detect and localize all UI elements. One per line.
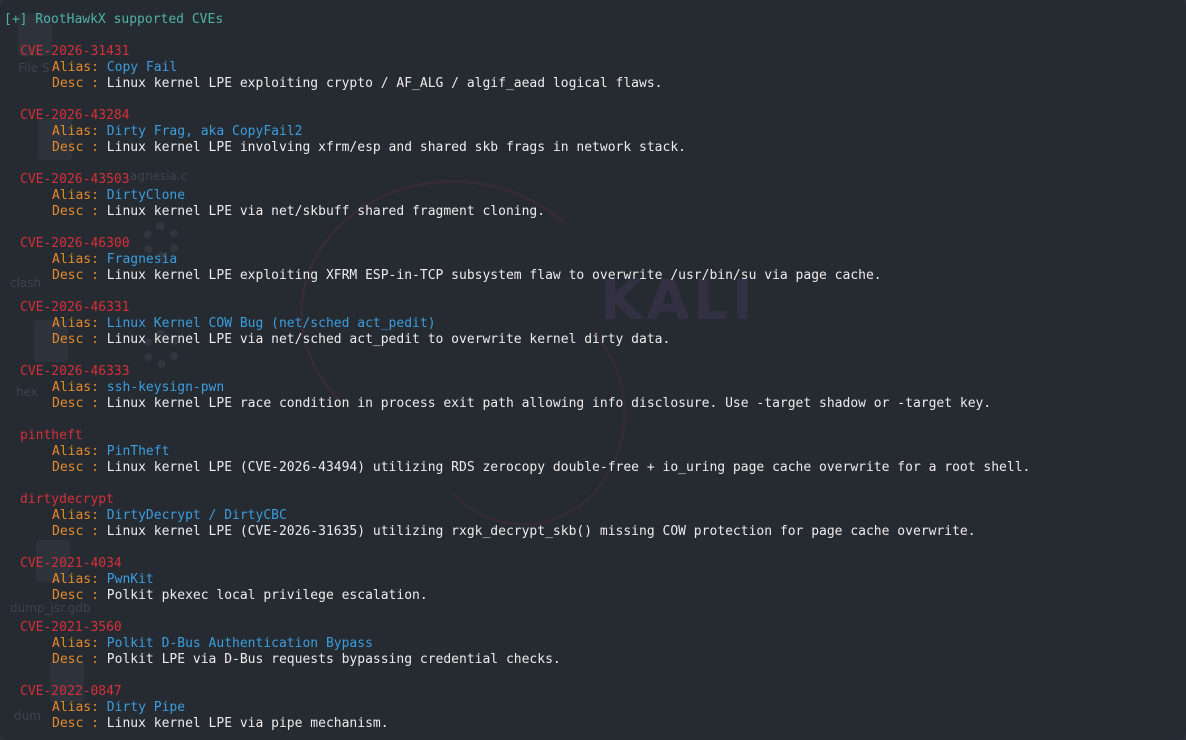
cve-entry: CVE-2026-46300 Alias: Fragnesia Desc : L… (4, 236, 1182, 284)
cve-entry: CVE-2026-31431 Alias: Copy Fail Desc : L… (4, 44, 1182, 92)
desc-line: Desc : Linux kernel LPE involving xfrm/e… (4, 140, 1182, 156)
desc-line: Desc : Polkit LPE via D-Bus requests byp… (4, 652, 1182, 668)
desc-value: Polkit pkexec local privilege escalation… (106, 588, 428, 603)
desc-line: Desc : Linux kernel LPE via net/skbuff s… (4, 204, 1182, 220)
cve-id: CVE-2021-3560 (20, 620, 122, 635)
alias-line: Alias: ssh-keysign-pwn (4, 380, 1182, 396)
desc-line: Desc : Linux kernel LPE (CVE-2026-43494)… (4, 460, 1182, 476)
desc-value: Linux kernel LPE involving xfrm/esp and … (106, 140, 686, 155)
desc-key: Desc : (52, 588, 107, 603)
cve-list: CVE-2026-31431 Alias: Copy Fail Desc : L… (4, 44, 1182, 732)
desc-value: Linux kernel LPE exploiting XFRM ESP-in-… (106, 268, 882, 283)
desc-key: Desc : (52, 716, 107, 731)
desc-key: Desc : (52, 332, 107, 347)
alias-line: Alias: Copy Fail (4, 60, 1182, 76)
alias-line: Alias: DirtyDecrypt / DirtyCBC (4, 508, 1182, 524)
desc-line: Desc : Linux kernel LPE race condition i… (4, 396, 1182, 412)
desc-line: Desc : Linux kernel LPE via pipe mechani… (4, 716, 1182, 732)
alias-line: Alias: Dirty Frag, aka CopyFail2 (4, 124, 1182, 140)
cve-id: CVE-2022-0847 (20, 684, 122, 699)
desc-value: Linux kernel LPE (CVE-2026-43494) utiliz… (106, 460, 1031, 475)
alias-line: Alias: PinTheft (4, 444, 1182, 460)
cve-id: CVE-2026-46300 (20, 236, 130, 251)
cve-entry: CVE-2026-43503 Alias: DirtyClone Desc : … (4, 172, 1182, 220)
cve-entry: CVE-2022-0847 Alias: Dirty Pipe Desc : L… (4, 684, 1182, 732)
alias-key: Alias: (52, 316, 107, 331)
desc-key: Desc : (52, 268, 107, 283)
cve-id: CVE-2026-43503 (20, 172, 130, 187)
desc-value: Linux kernel LPE via net/sched act_pedit… (106, 332, 671, 347)
desc-line: Desc : Polkit pkexec local privilege esc… (4, 588, 1182, 604)
terminal-window[interactable]: File S agnesia.c clash hex dump_jsr.gdb … (0, 0, 1186, 740)
desc-key: Desc : (52, 460, 107, 475)
cve-id: CVE-2026-43284 (20, 108, 130, 123)
desc-key: Desc : (52, 652, 107, 667)
cve-id: pintheft (20, 428, 83, 443)
alias-value: PinTheft (106, 444, 170, 459)
alias-key: Alias: (52, 124, 107, 139)
alias-key: Alias: (52, 60, 107, 75)
alias-key: Alias: (52, 252, 107, 267)
alias-value: DirtyClone (106, 188, 186, 203)
desc-line: Desc : Linux kernel LPE via net/sched ac… (4, 332, 1182, 348)
cve-entry: dirtydecrypt Alias: DirtyDecrypt / Dirty… (4, 492, 1182, 540)
cve-entry: CVE-2021-4034 Alias: PwnKit Desc : Polki… (4, 556, 1182, 604)
alias-line: Alias: Polkit D-Bus Authentication Bypas… (4, 636, 1182, 652)
alias-key: Alias: (52, 636, 107, 651)
alias-key: Alias: (52, 380, 107, 395)
alias-key: Alias: (52, 572, 107, 587)
cve-id: CVE-2026-31431 (20, 44, 130, 59)
desc-line: Desc : Linux kernel LPE exploiting crypt… (4, 76, 1182, 92)
cve-id: dirtydecrypt (20, 492, 114, 507)
alias-value: PwnKit (106, 572, 154, 587)
alias-key: Alias: (52, 508, 107, 523)
desc-value: Linux kernel LPE race condition in proce… (106, 396, 992, 411)
cve-entry: CVE-2026-46333 Alias: ssh-keysign-pwn De… (4, 364, 1182, 412)
alias-value: Dirty Frag, aka CopyFail2 (106, 124, 303, 139)
desc-line: Desc : Linux kernel LPE (CVE-2026-31635)… (4, 524, 1182, 540)
cve-id: CVE-2026-46333 (20, 364, 130, 379)
alias-line: Alias: DirtyClone (4, 188, 1182, 204)
terminal-output: [+] RootHawkX supported CVEs CVE-2026-31… (4, 12, 1182, 732)
desc-key: Desc : (52, 396, 107, 411)
alias-value: Copy Fail (106, 60, 178, 75)
alias-value: DirtyDecrypt / DirtyCBC (106, 508, 287, 523)
alias-value: ssh-keysign-pwn (106, 380, 225, 395)
cve-entry: pintheft Alias: PinTheft Desc : Linux ke… (4, 428, 1182, 476)
desc-line: Desc : Linux kernel LPE exploiting XFRM … (4, 268, 1182, 284)
alias-value: Linux Kernel COW Bug (net/sched act_pedi… (106, 316, 436, 331)
desc-value: Polkit LPE via D-Bus requests bypassing … (106, 652, 561, 667)
alias-value: Fragnesia (106, 252, 178, 267)
desc-value: Linux kernel LPE via net/skbuff shared f… (106, 204, 546, 219)
alias-key: Alias: (52, 188, 107, 203)
alias-line: Alias: PwnKit (4, 572, 1182, 588)
output-header: [+] RootHawkX supported CVEs (4, 12, 224, 27)
alias-value: Dirty Pipe (106, 700, 186, 715)
alias-line: Alias: Fragnesia (4, 252, 1182, 268)
desc-value: Linux kernel LPE (CVE-2026-31635) utiliz… (106, 524, 976, 539)
desc-value: Linux kernel LPE exploiting crypto / AF_… (106, 76, 663, 91)
alias-value: Polkit D-Bus Authentication Bypass (106, 636, 373, 651)
cve-id: CVE-2021-4034 (20, 556, 122, 571)
cve-entry: CVE-2026-43284 Alias: Dirty Frag, aka Co… (4, 108, 1182, 156)
alias-key: Alias: (52, 700, 107, 715)
alias-key: Alias: (52, 444, 107, 459)
desc-value: Linux kernel LPE via pipe mechanism. (106, 716, 389, 731)
desc-key: Desc : (52, 76, 107, 91)
desc-key: Desc : (52, 204, 107, 219)
cve-entry: CVE-2026-46331 Alias: Linux Kernel COW B… (4, 300, 1182, 348)
desc-key: Desc : (52, 524, 107, 539)
cve-id: CVE-2026-46331 (20, 300, 130, 315)
desc-key: Desc : (52, 140, 107, 155)
alias-line: Alias: Dirty Pipe (4, 700, 1182, 716)
cve-entry: CVE-2021-3560 Alias: Polkit D-Bus Authen… (4, 620, 1182, 668)
alias-line: Alias: Linux Kernel COW Bug (net/sched a… (4, 316, 1182, 332)
